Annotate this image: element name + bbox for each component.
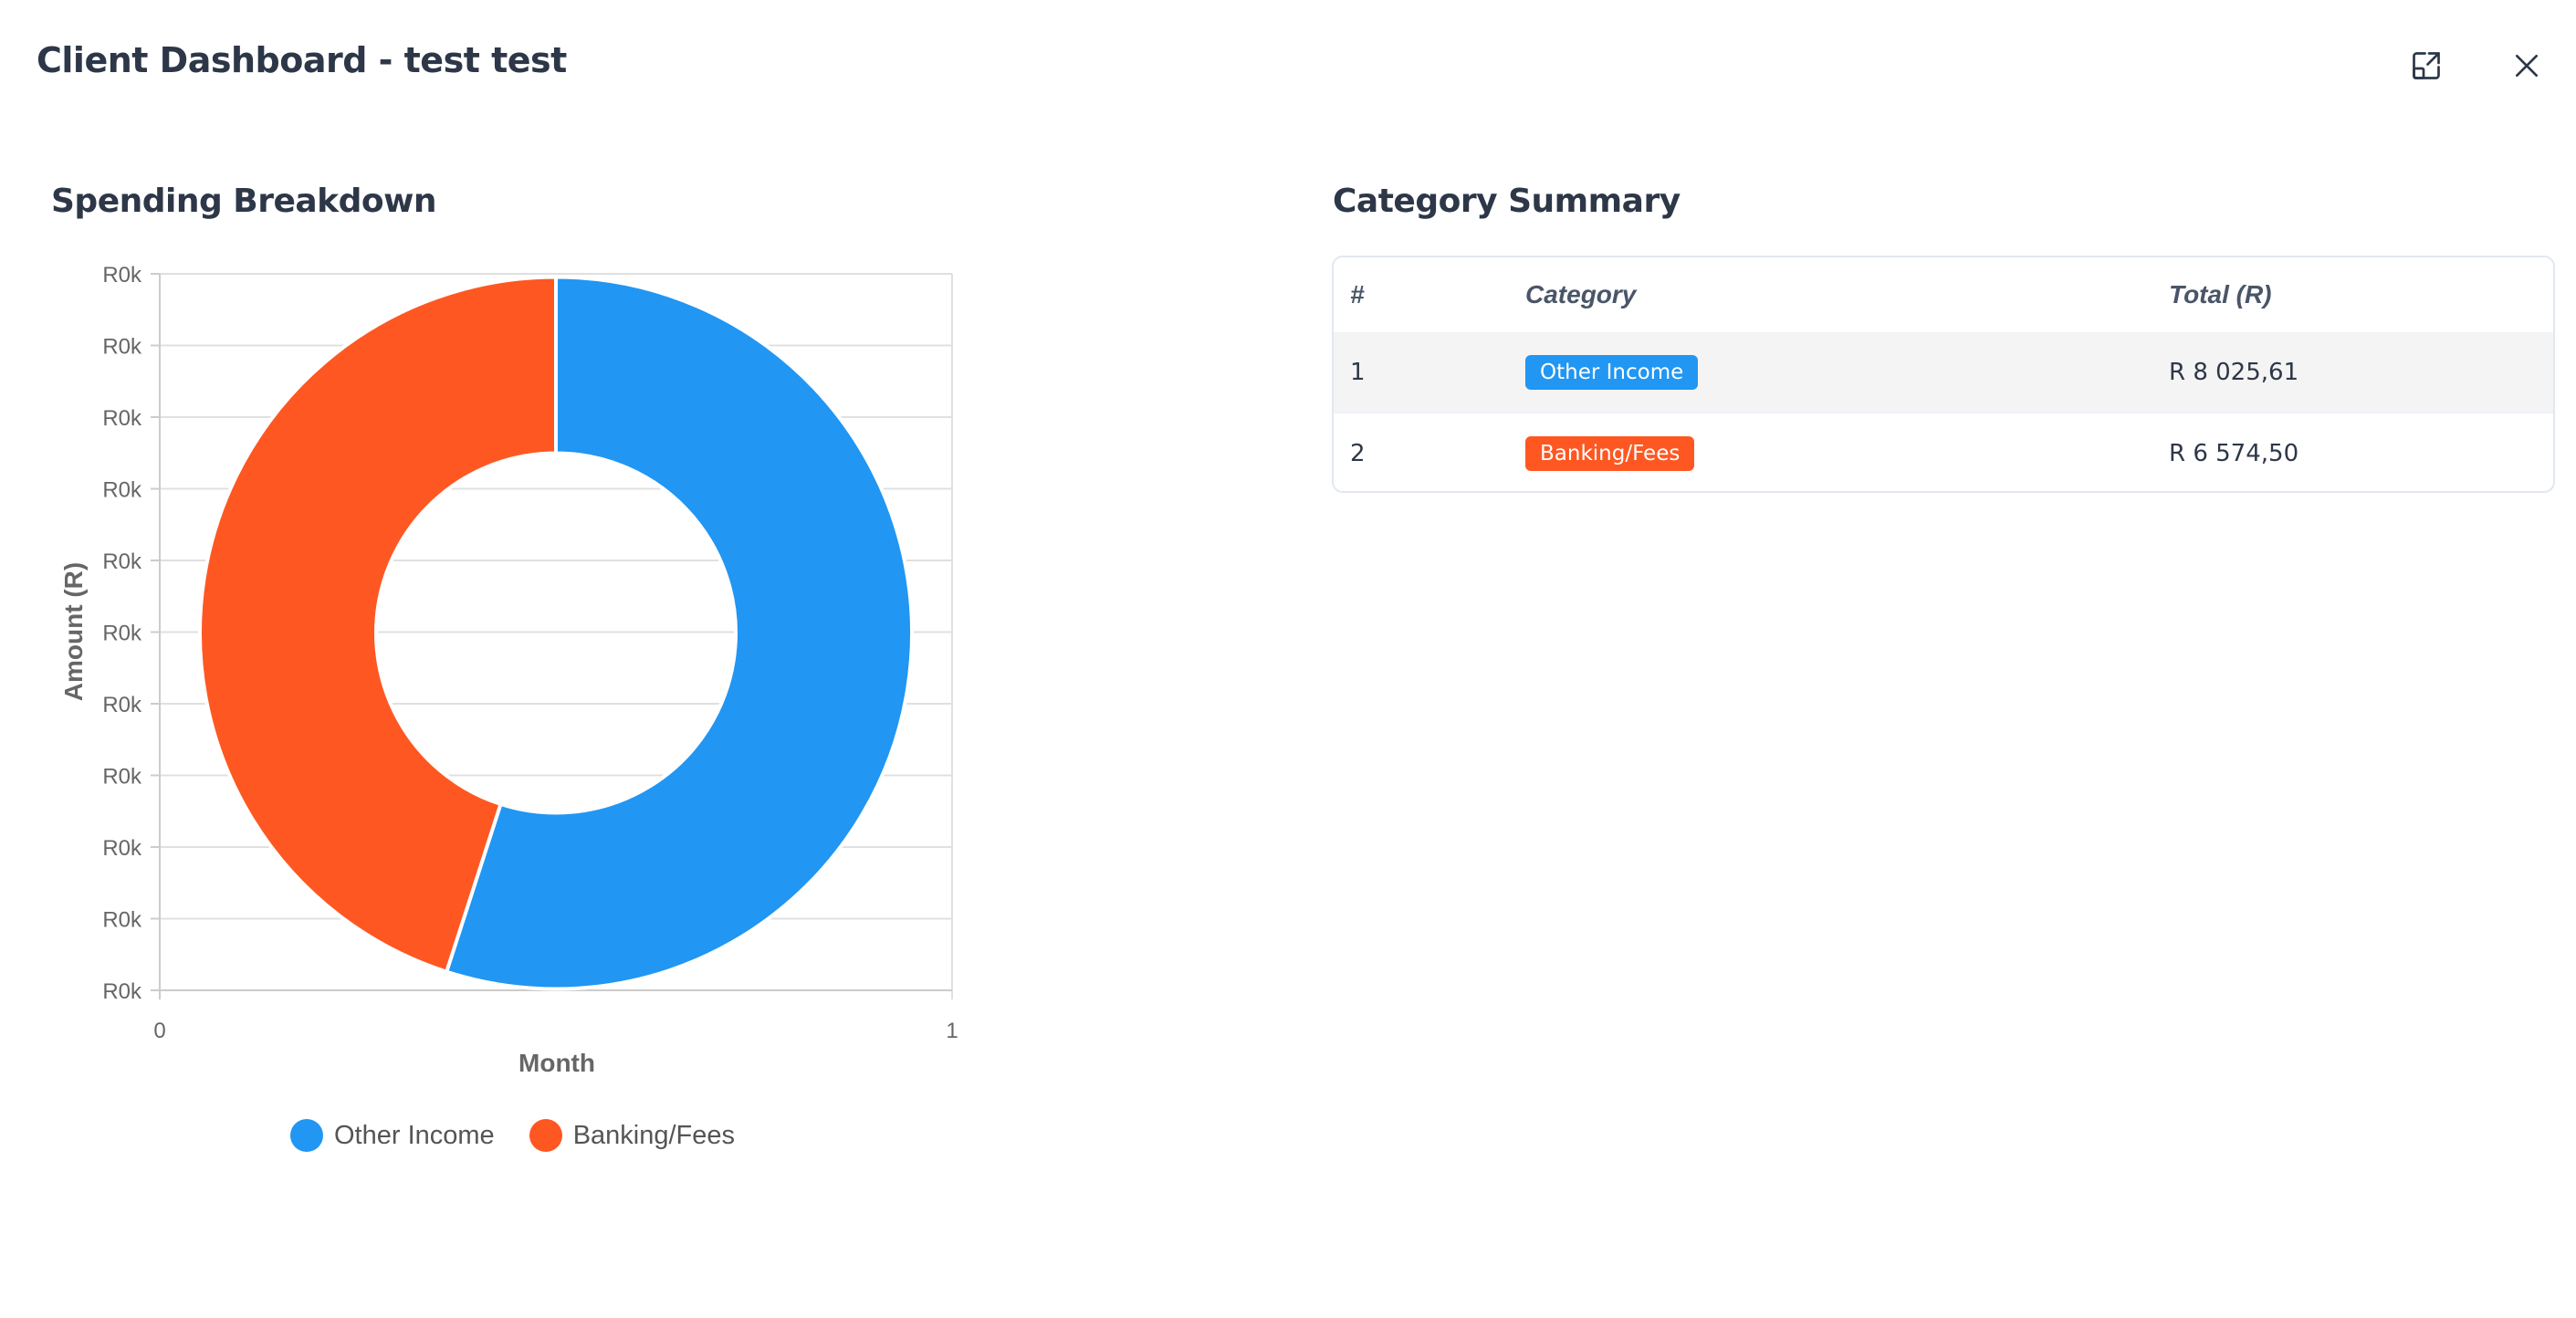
y-axis-label: Amount (R) [59, 562, 88, 701]
chart-legend: Other Income Banking/Fees [290, 1119, 735, 1152]
y-tick-label: R0k [102, 549, 142, 574]
y-tick-label: R0k [102, 979, 142, 1004]
y-tick-label: R0k [102, 335, 142, 360]
y-tick-label: R0k [102, 478, 142, 503]
column-header-number: # [1350, 280, 1365, 309]
y-tick-label: R0k [102, 693, 142, 717]
legend-item-other-income[interactable]: Other Income [290, 1119, 495, 1152]
x-axis-label: Month [518, 1049, 595, 1077]
y-tick-label: R0k [102, 836, 142, 861]
table-header-row: # Category Total (R) [1334, 257, 2553, 332]
column-header-total: Total (R) [2169, 280, 2272, 309]
legend-label: Banking/Fees [572, 1120, 736, 1150]
row-number: 1 [1334, 332, 1525, 413]
expand-icon [2413, 52, 2440, 79]
category-summary-table: # Category Total (R) 1 Other Income R 8 … [1332, 256, 2555, 493]
modal-title: Client Dashboard - test test [37, 40, 567, 80]
row-number: 2 [1334, 412, 1525, 491]
table-row[interactable]: 1 Other Income R 8 025,61 [1334, 332, 2553, 413]
row-total: R 6 574,50 [2169, 412, 2553, 491]
y-tick-label: R0k [102, 406, 142, 431]
chart-section-title: Spending Breakdown [51, 183, 437, 220]
legend-item-banking-fees[interactable]: Banking/Fees [529, 1119, 735, 1152]
y-tick-labels: R0k R0k R0k R0k R0k R0k R0k R0k R0k R0k R0k [102, 263, 142, 1004]
close-button[interactable] [2501, 40, 2552, 91]
spending-chart: R0kR0kR0kR0kR0kR0kR0kR0kR0kR0kR0k 01 Amo… [59, 263, 958, 1077]
row-total: R 8 025,61 [2169, 332, 2553, 413]
expand-button[interactable] [2401, 40, 2452, 91]
category-badge: Other Income [1525, 354, 1699, 390]
legend-dot-banking-fees [529, 1119, 562, 1152]
x-tick-label: 1 [946, 1019, 958, 1043]
legend-label: Other Income [334, 1120, 495, 1150]
y-tick-label: R0k [102, 622, 142, 646]
category-badge: Banking/Fees [1525, 435, 1695, 471]
close-icon [2516, 55, 2538, 77]
y-tick-label: R0k [102, 908, 142, 933]
column-header-category: Category [1525, 280, 1637, 309]
y-tick-label: R0k [102, 765, 142, 790]
summary-section-title: Category Summary [1333, 183, 1681, 220]
x-tick-labels: 01 [153, 1019, 958, 1043]
y-tick-label: R0k [102, 263, 142, 288]
x-tick-label: 0 [153, 1019, 165, 1043]
legend-dot-other-income [290, 1119, 323, 1152]
table-row[interactable]: 2 Banking/Fees R 6 574,50 [1334, 412, 2553, 491]
